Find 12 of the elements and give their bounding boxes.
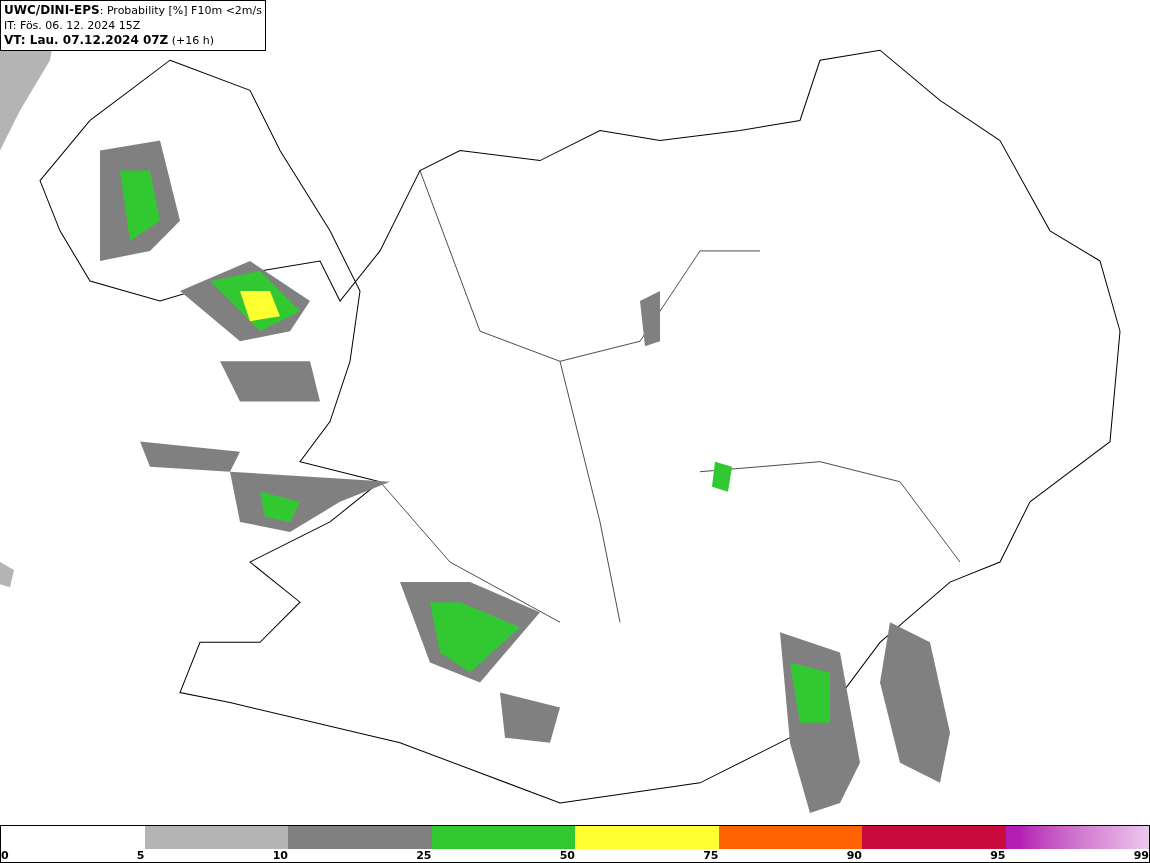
legend-tick-label: 90: [846, 849, 862, 862]
info-line: VT: Lau. 07.12.2024 07Z (+16 h): [4, 33, 216, 48]
legend-tick-label: 50: [559, 849, 575, 862]
legend-tick-label: 10: [272, 849, 288, 862]
legend-tick-label: 0: [1, 849, 9, 862]
info-line: IT: Fös. 06. 12. 2024 15Z: [4, 18, 142, 33]
info-line: UWC/DINI-EPS: Probability [%] F10m <2m/s: [4, 3, 262, 18]
legend-tick-label: 99: [1133, 849, 1149, 862]
legend-tick-label: 25: [416, 849, 432, 862]
legend-tick-label: 75: [703, 849, 719, 862]
legend-tick-label: 5: [136, 849, 145, 862]
legend-tick-label: 95: [990, 849, 1006, 862]
